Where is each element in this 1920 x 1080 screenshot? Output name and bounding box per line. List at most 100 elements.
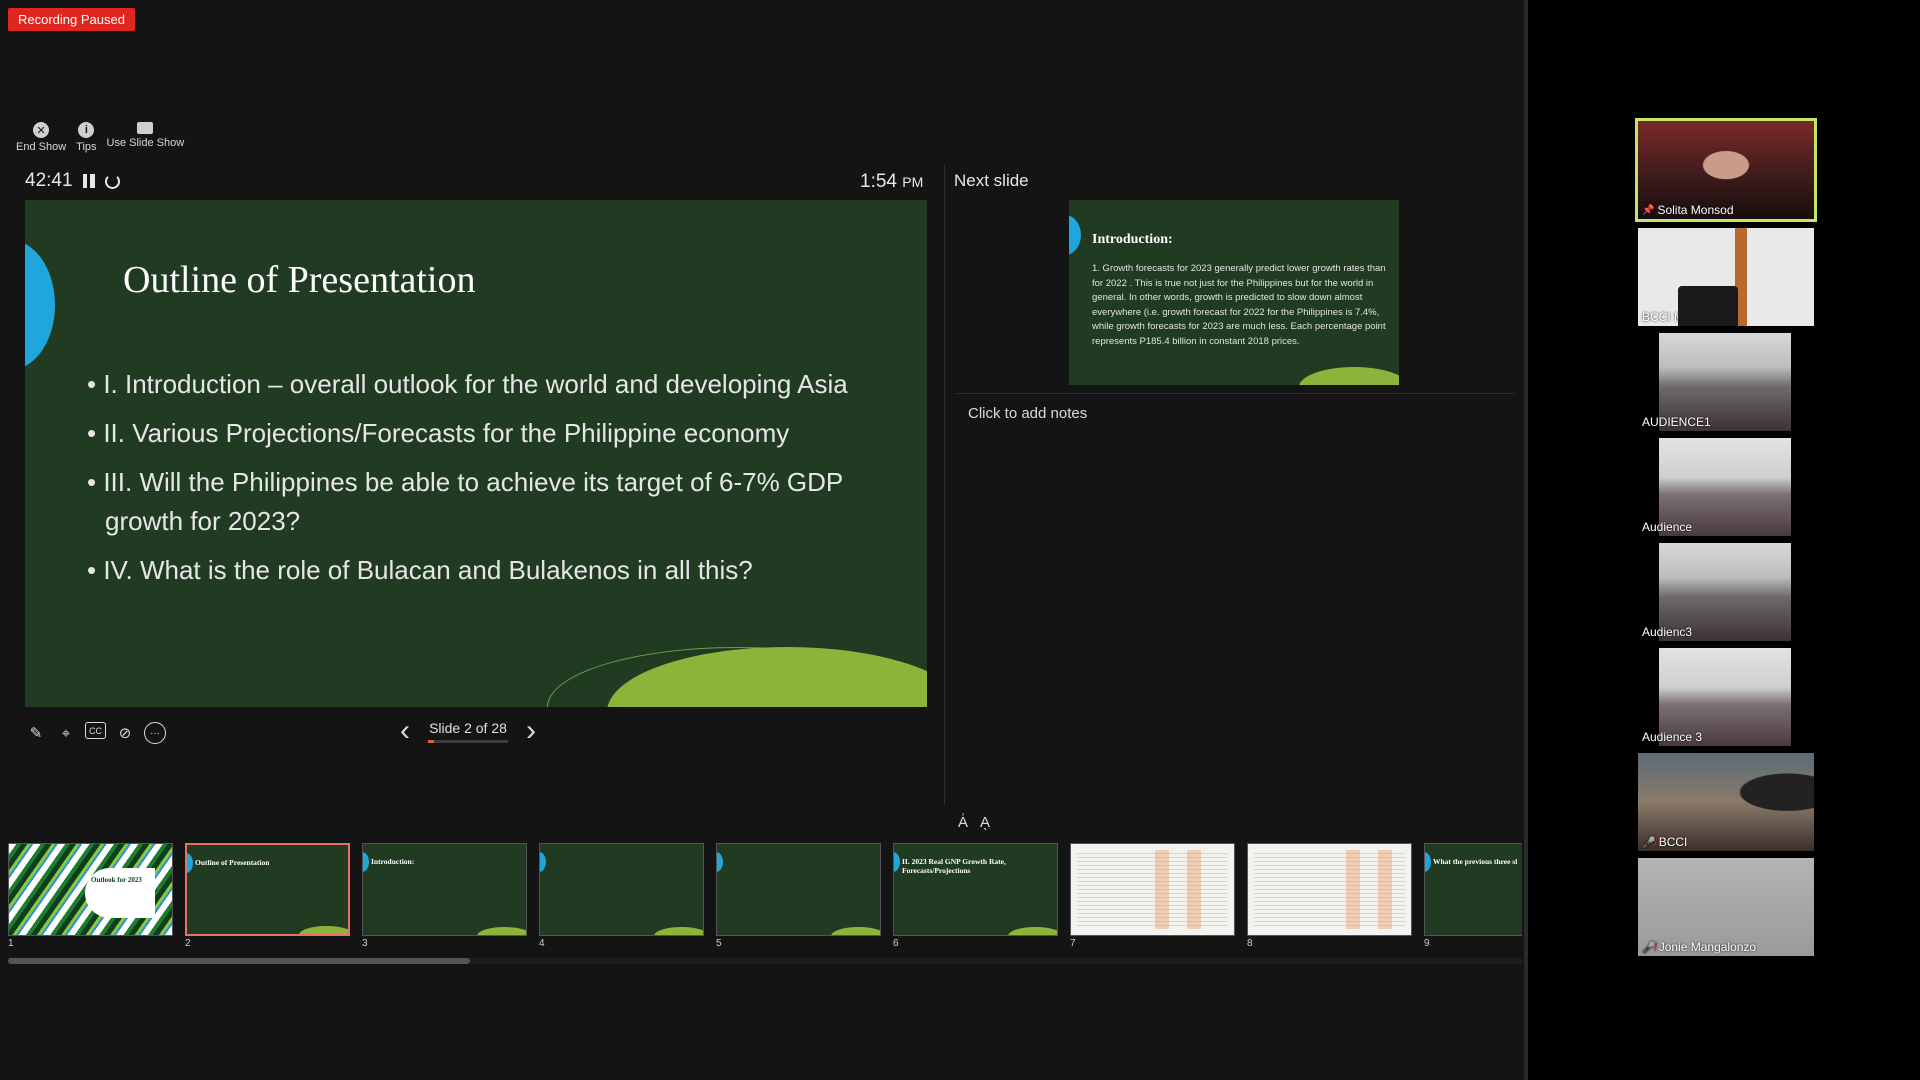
next-slide-icon[interactable]: › [526, 716, 536, 746]
table-preview [1077, 850, 1228, 929]
slide-thumbnail[interactable]: II. 2023 Real GNP Growth Rate, Forecasts… [893, 843, 1058, 951]
notes-font-controls: A͗ A̖ [958, 814, 990, 831]
slide-thumbnail[interactable]: 5 [716, 843, 881, 951]
slide-decor-blob [1008, 927, 1057, 935]
thumbnail-title: II. 2023 Real GNP Growth Rate, Forecasts… [902, 857, 1006, 875]
thumbnail-image [1247, 843, 1412, 936]
participant-name-label: Solita Monsod [1657, 203, 1734, 217]
participant-tile[interactable]: 🎤̸ Jonie Mangalonzo [1638, 858, 1814, 956]
muted-mic-icon: 🎤̸ [1642, 836, 1656, 849]
slide-decor-blob [299, 926, 348, 934]
decrease-font-icon[interactable]: A̖ [980, 814, 990, 831]
slide-thumbnail[interactable]: Outlook for 2023 1 [8, 843, 173, 951]
thumbnail-number: 5 [716, 938, 722, 949]
slide-accent-shape [894, 852, 900, 872]
slide-counter-label: Slide 2 of 28 [429, 719, 507, 736]
muted-mic-icon: 🎤̸ [1642, 941, 1656, 954]
info-icon: i [78, 122, 95, 138]
thumbnail-number: 8 [1247, 938, 1253, 949]
participant-tile[interactable]: 📌 Solita Monsod [1635, 118, 1817, 222]
participant-name: Audience 3 [1642, 730, 1702, 744]
participant-tile[interactable]: Audience 3 [1638, 648, 1814, 746]
slide-accent-shape [1069, 215, 1081, 255]
participant-name-label: Audience [1642, 520, 1693, 534]
thumbnail-number: 4 [539, 938, 545, 949]
slide-accent-shape [187, 853, 193, 873]
participant-tile[interactable]: Audienc3 [1638, 543, 1814, 641]
slide-accent-shape [363, 852, 369, 872]
end-show-label: End Show [16, 141, 67, 153]
participant-tile[interactable]: 🎤̸ BCCI [1638, 753, 1814, 851]
slide-accent-shape [540, 852, 546, 872]
slide-navigation: ‹ Slide 2 of 28 › [400, 716, 536, 746]
bullet-item: III. Will the Philippines be able to ach… [87, 463, 887, 541]
participant-name-label: Jonie Mangalonzo [1658, 940, 1757, 954]
slide-thumbnail[interactable]: 7 [1070, 843, 1235, 951]
next-slide-label: Next slide [954, 171, 1029, 190]
slide-thumbnail[interactable]: Outline of Presentation 2 [185, 843, 350, 951]
recording-status-badge[interactable]: Recording Paused [8, 8, 135, 31]
current-slide[interactable]: Outline of Presentation I. Introduction … [25, 200, 927, 707]
camera-off-icon[interactable]: ⊘ [114, 722, 136, 744]
participant-name: 🎤̸ BCCI [1642, 835, 1687, 849]
panel-divider[interactable] [944, 165, 945, 805]
restart-timer-icon[interactable] [104, 173, 120, 189]
slide-thumbnail[interactable]: Introduction: 3 [362, 843, 527, 951]
thumbnail-number: 9 [1424, 938, 1430, 949]
notes-area[interactable]: Click to add notes [968, 405, 1087, 422]
slide-thumbnail-strip: Outlook for 2023 1 Outline of Presentati… [8, 843, 1522, 951]
close-circle-icon: ✕ [33, 122, 50, 138]
participant-tile[interactable]: Audience [1638, 438, 1814, 536]
participant-name: 🎤̸ Jonie Mangalonzo [1642, 940, 1756, 954]
pen-icon[interactable]: ✎ [25, 722, 47, 744]
slide-title: Outline of Presentation [123, 259, 476, 301]
participant-name: BCCI Main [1642, 310, 1700, 324]
current-time: 1:54 PM [860, 171, 923, 193]
thumbnail-scrollbar[interactable] [8, 958, 1522, 964]
slide-thumbnail[interactable]: 4 [539, 843, 704, 951]
thumbnail-image: Outlook for 2023 [8, 843, 173, 936]
pause-icon[interactable] [82, 174, 95, 188]
slide-progress-fill [428, 739, 434, 743]
end-show-button[interactable]: ✕ End Show [16, 122, 66, 153]
subtitles-icon[interactable]: CC [85, 722, 106, 739]
clock-suffix: PM [902, 174, 924, 190]
increase-font-icon[interactable]: A͗ [958, 814, 968, 831]
use-slide-show-label: Use Slide Show [106, 137, 185, 149]
slide-decor-blob [1299, 367, 1399, 385]
elapsed-timer: 42:41 [25, 170, 73, 191]
slide-tools: ✎ ⌖ CC ⊘ ··· [25, 722, 166, 744]
thumbnail-number: 1 [8, 938, 14, 949]
slide-thumbnail[interactable]: 8 [1247, 843, 1412, 951]
slide-bullets: I. Introduction – overall outlook for th… [87, 365, 887, 600]
slide-counter: Slide 2 of 28 [428, 720, 508, 743]
participant-name-label: AUDIENCE1 [1642, 415, 1711, 429]
participant-name-label: BCCI Main [1642, 310, 1701, 324]
next-slide-body: 1. Growth forecasts for 2023 generally p… [1092, 263, 1386, 347]
previous-slide-icon[interactable]: ‹ [400, 716, 410, 746]
scrollbar-thumb[interactable] [8, 958, 470, 964]
use-slide-show-button[interactable]: Use Slide Show [106, 122, 185, 153]
thumbnail-image: Introduction: [362, 843, 527, 936]
slide-accent-shape [25, 240, 55, 370]
slide-thumbnail[interactable]: What the previous three sl 9 [1424, 843, 1522, 951]
tips-label: Tips [76, 141, 97, 153]
thumbnail-title: Outline of Presentation [195, 858, 270, 867]
participant-name-label: Audienc3 [1642, 625, 1693, 639]
participant-tile[interactable]: AUDIENCE1 [1638, 333, 1814, 431]
presenter-toolbar: ✕ End Show i Tips Use Slide Show [16, 122, 184, 153]
thumbnail-image: II. 2023 Real GNP Growth Rate, Forecasts… [893, 843, 1058, 936]
bullet-item: II. Various Projections/Forecasts for th… [87, 414, 887, 453]
participant-tile[interactable]: BCCI Main [1638, 228, 1814, 326]
participant-name: AUDIENCE1 [1642, 415, 1711, 429]
tips-button[interactable]: i Tips [76, 122, 97, 153]
table-preview [1254, 850, 1405, 929]
thumbnail-number: 6 [893, 938, 899, 949]
participant-name: 📌 Solita Monsod [1642, 203, 1734, 217]
next-slide-preview[interactable]: Introduction: 1. Growth forecasts for 20… [1069, 200, 1399, 385]
thumbnail-image [1070, 843, 1235, 936]
slide-decor-blob [654, 927, 703, 935]
notes-divider [956, 393, 1514, 394]
laser-pointer-icon[interactable]: ⌖ [55, 722, 77, 744]
more-options-icon[interactable]: ··· [144, 722, 166, 744]
